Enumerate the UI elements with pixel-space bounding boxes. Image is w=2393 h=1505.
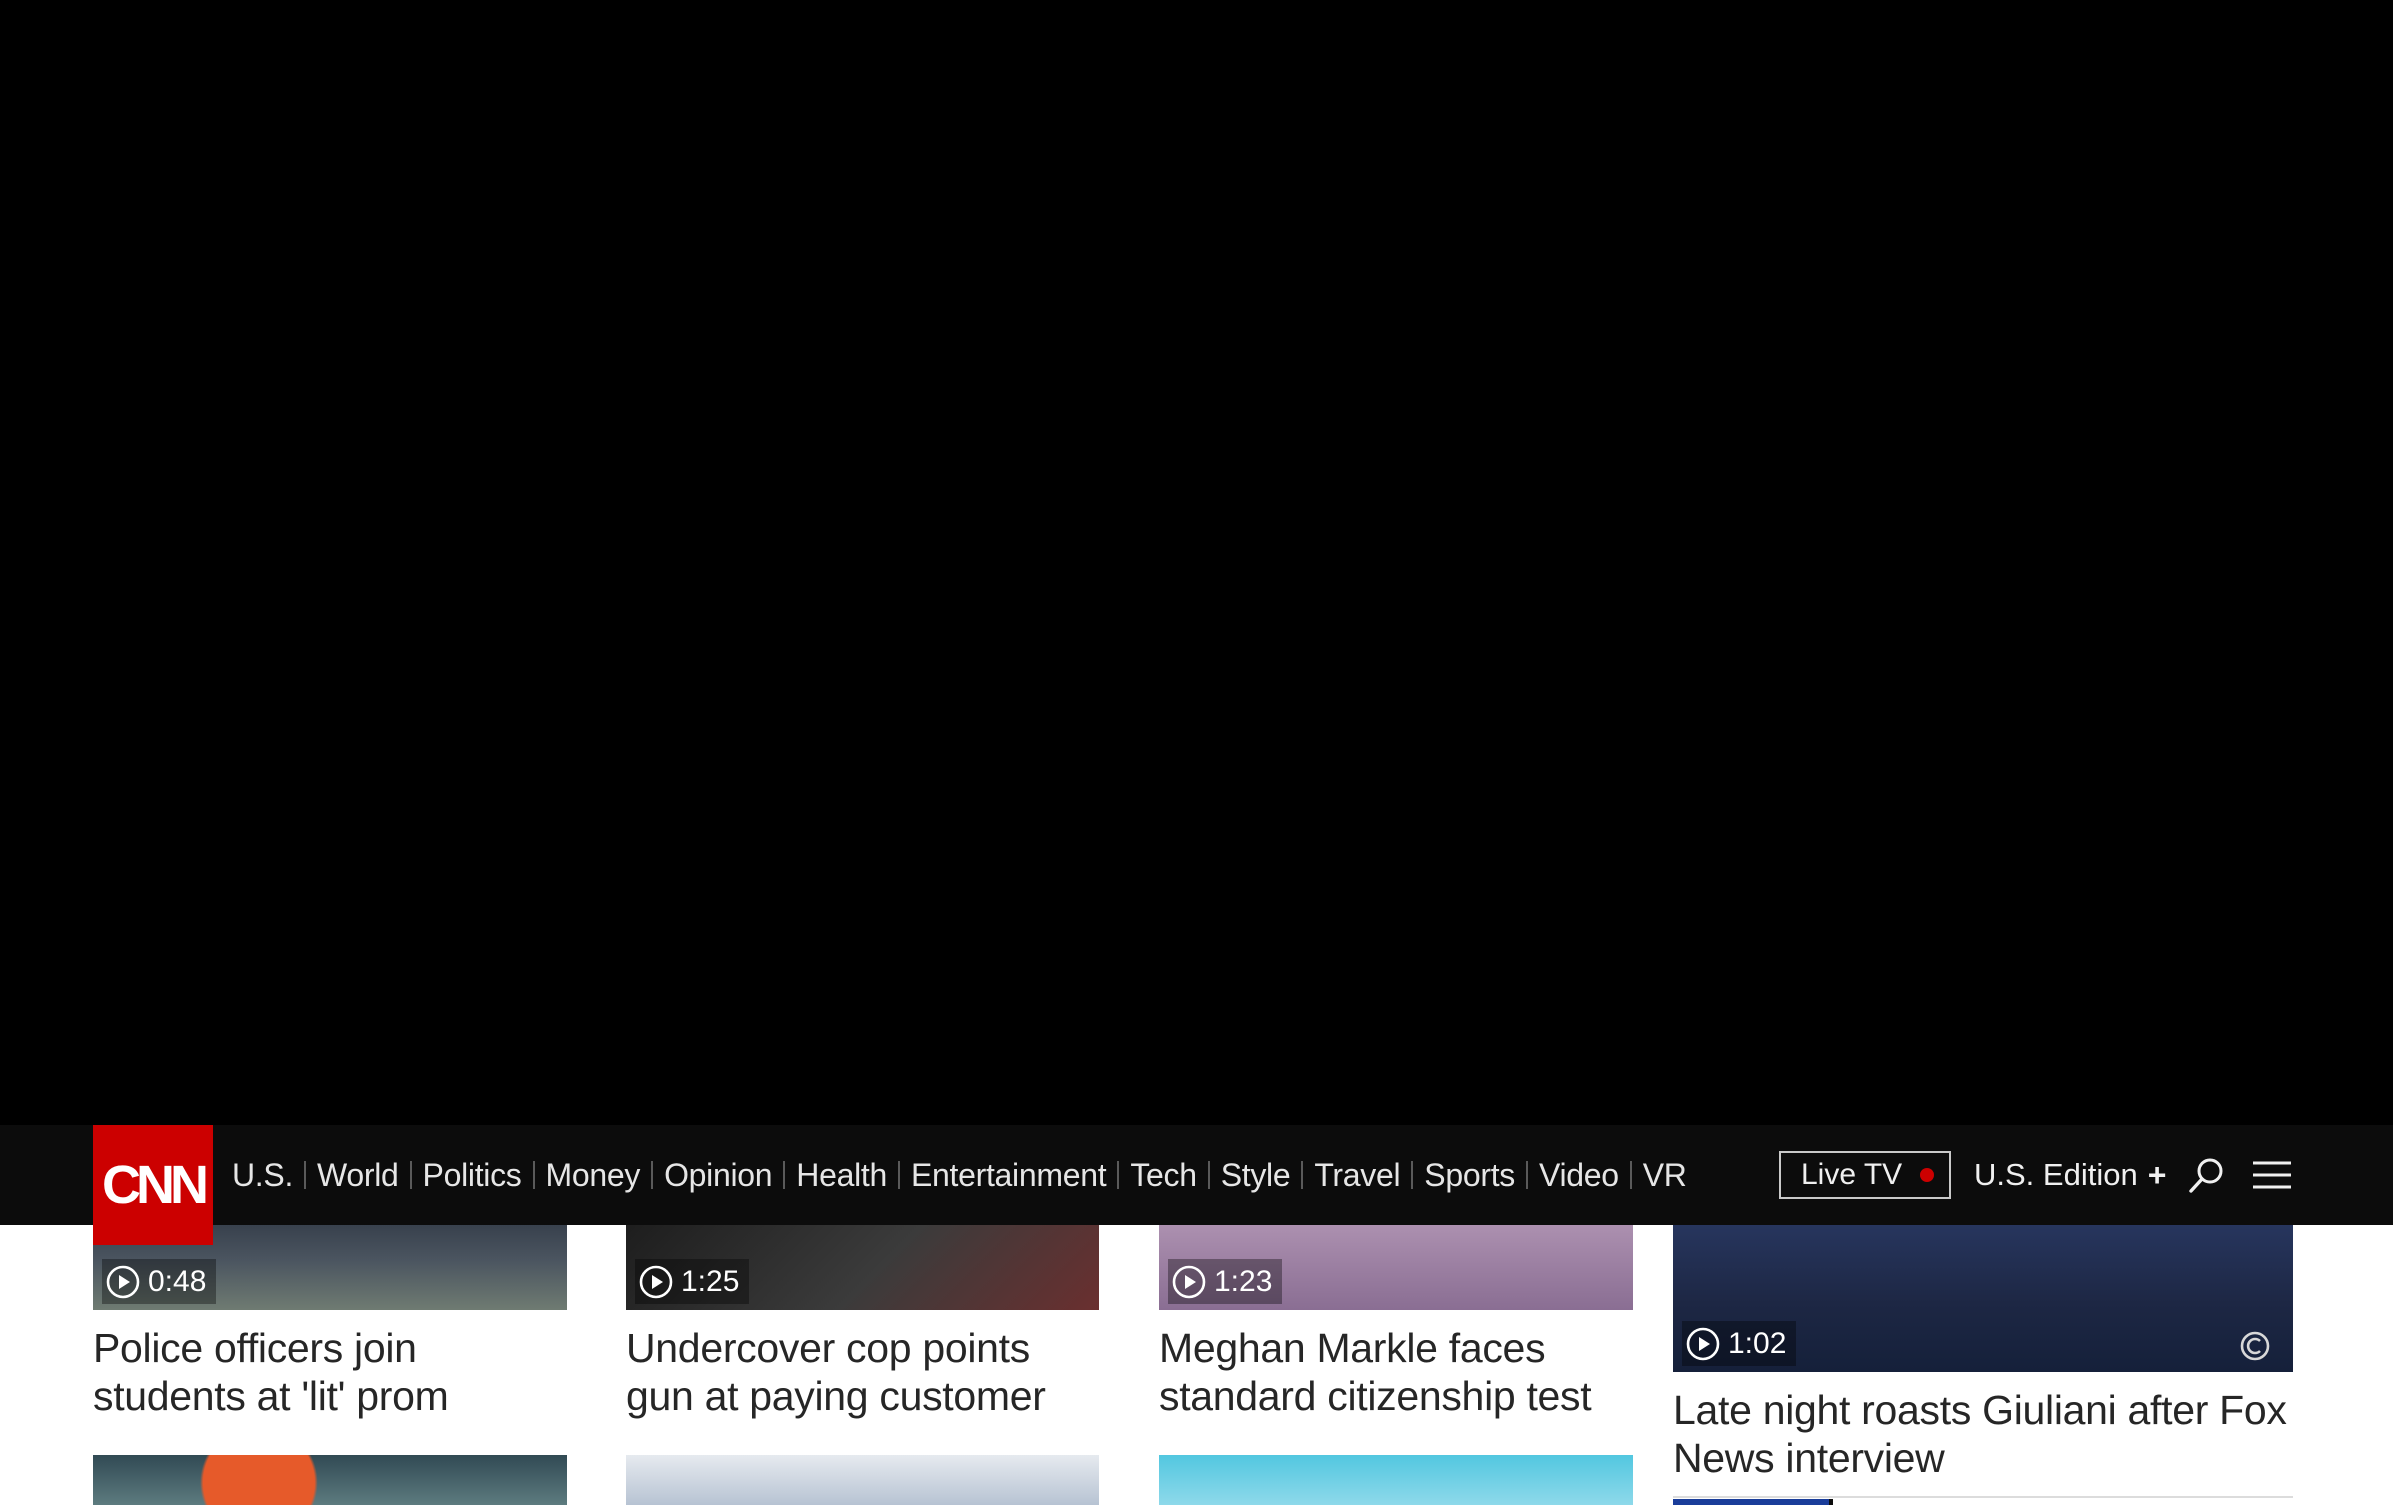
plus-icon: + — [2147, 1156, 2167, 1193]
video-headline[interactable]: Undercover cop points gun at paying cust… — [626, 1324, 1096, 1420]
top-nav: CNN U.S. World Politics Money Opinion He… — [0, 1125, 2393, 1245]
nav-link-sports[interactable]: Sports — [1424, 1157, 1515, 1194]
menu-icon[interactable] — [2251, 1157, 2293, 1193]
nav-link-video[interactable]: Video — [1539, 1157, 1619, 1194]
video-thumbnail[interactable]: 1:02 — [1673, 1200, 2293, 1372]
nav-link-vr[interactable]: VR — [1643, 1157, 1687, 1194]
nav-links: U.S. World Politics Money Opinion Health… — [232, 1125, 1687, 1225]
video-duration-badge: 1:25 — [635, 1259, 750, 1304]
live-indicator-icon — [1920, 1168, 1935, 1182]
duration-text: 0:48 — [148, 1264, 207, 1298]
nav-separator — [1629, 1161, 1632, 1189]
video-duration-badge: 0:48 — [102, 1259, 217, 1304]
cnn-logo[interactable]: CNN — [93, 1125, 213, 1245]
search-icon[interactable] — [2186, 1155, 2226, 1195]
nav-link-opinion[interactable]: Opinion — [664, 1157, 773, 1194]
duration-text: 1:23 — [1214, 1264, 1273, 1298]
nav-link-world[interactable]: World — [317, 1157, 399, 1194]
live-tv-label: Live TV — [1801, 1158, 1903, 1191]
nav-link-health[interactable]: Health — [796, 1157, 887, 1194]
nav-separator — [532, 1161, 535, 1189]
nav-separator — [1207, 1161, 1210, 1189]
video-headline[interactable]: Late night roasts Giuliani after Fox New… — [1673, 1386, 2293, 1482]
live-tv-button[interactable]: Live TV — [1779, 1151, 1951, 1199]
nav-separator — [1301, 1161, 1304, 1189]
duration-text: 1:25 — [681, 1264, 740, 1298]
video-thumbnail[interactable] — [1159, 1455, 1633, 1505]
card-divider — [1673, 1496, 2293, 1498]
nav-link-travel[interactable]: Travel — [1314, 1157, 1400, 1194]
play-icon — [1172, 1265, 1206, 1298]
video-headline[interactable]: Police officers join students at 'lit' p… — [93, 1324, 533, 1420]
play-icon — [639, 1265, 673, 1298]
nav-separator — [304, 1161, 307, 1189]
edition-picker[interactable]: U.S. Edition + — [1974, 1151, 2166, 1199]
nav-separator — [1525, 1161, 1528, 1189]
video-thumbnail[interactable] — [93, 1455, 567, 1505]
nav-separator — [897, 1161, 900, 1189]
video-duration-badge: 1:02 — [1682, 1321, 1797, 1366]
nav-separator — [409, 1161, 412, 1189]
card-divider — [1673, 1499, 1829, 1505]
edition-label: U.S. Edition — [1974, 1157, 2138, 1192]
nav-link-entertainment[interactable]: Entertainment — [911, 1157, 1107, 1194]
nav-link-style[interactable]: Style — [1221, 1157, 1291, 1194]
nav-separator — [1411, 1161, 1414, 1189]
nav-link-us[interactable]: U.S. — [232, 1157, 293, 1194]
logo-text: CNN — [102, 1155, 209, 1215]
play-icon — [106, 1265, 140, 1298]
duration-text: 1:02 — [1728, 1326, 1787, 1360]
video-thumbnail[interactable] — [626, 1455, 1099, 1505]
replay-icon — [2240, 1331, 2270, 1361]
video-duration-badge: 1:23 — [1168, 1259, 1283, 1304]
nav-separator — [651, 1161, 654, 1189]
nav-separator — [1117, 1161, 1120, 1189]
nav-link-tech[interactable]: Tech — [1130, 1157, 1197, 1194]
nav-separator — [783, 1161, 786, 1189]
nav-link-money[interactable]: Money — [546, 1157, 641, 1194]
video-headline[interactable]: Meghan Markle faces standard citizenship… — [1159, 1324, 1629, 1420]
nav-link-politics[interactable]: Politics — [423, 1157, 522, 1194]
video-player-area[interactable] — [0, 0, 2393, 1125]
play-icon — [1686, 1327, 1720, 1360]
